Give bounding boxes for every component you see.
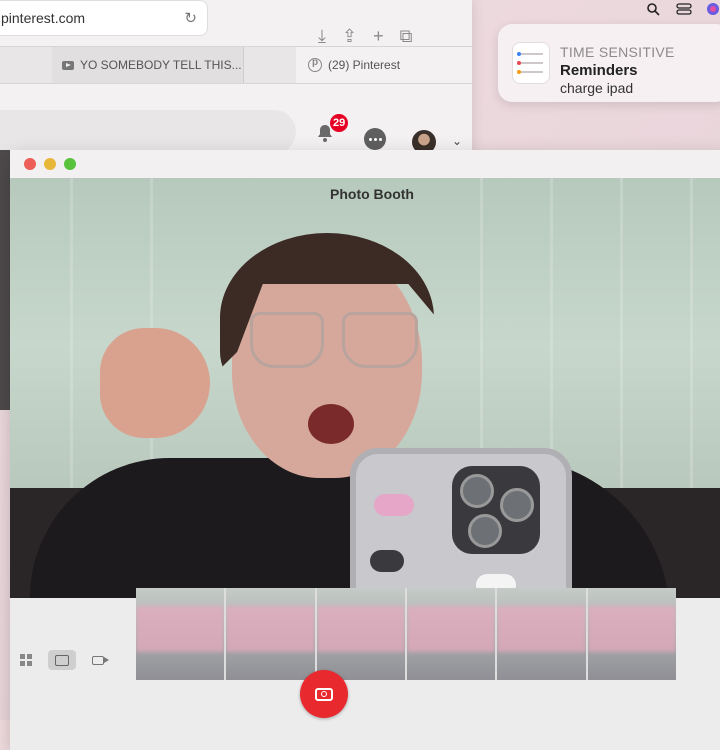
reminder-notification[interactable]: TIME SENSITIVE Reminders charge ipad	[498, 24, 720, 102]
reminders-app-icon	[512, 42, 550, 84]
single-photo-mode-button[interactable]	[48, 650, 76, 670]
tab-pinterest[interactable]: (29) Pinterest	[296, 47, 472, 83]
title-bar	[10, 150, 720, 181]
notification-badge: 29	[330, 114, 349, 132]
photo-booth-window: Photo Booth	[10, 150, 720, 750]
tab-label: (29) Pinterest	[328, 58, 401, 72]
chevron-down-icon[interactable]: ⌄	[452, 134, 462, 148]
zoom-button[interactable]	[64, 158, 76, 170]
camera-preview	[10, 178, 720, 598]
photo-thumbnail[interactable]	[497, 588, 586, 680]
window-title: Photo Booth	[330, 186, 414, 202]
menu-bar	[470, 0, 720, 18]
control-center-icon[interactable]	[676, 2, 692, 16]
new-tab-icon[interactable]: +	[373, 26, 384, 47]
messages-icon[interactable]	[364, 128, 386, 150]
grid-mode-button[interactable]	[12, 650, 40, 670]
photo-thumbnail[interactable]	[587, 588, 676, 680]
tab-label: YO SOMEBODY TELL THIS...	[80, 58, 242, 72]
pinterest-icon	[308, 57, 322, 72]
address-bar[interactable]: pinterest.com ↻	[0, 0, 208, 36]
siri-icon[interactable]	[706, 2, 720, 16]
close-button[interactable]	[24, 158, 36, 170]
youtube-icon	[62, 60, 74, 70]
share-icon[interactable]: ⇪	[342, 26, 357, 47]
download-icon[interactable]: ⤓	[318, 26, 326, 47]
notification-body: charge ipad	[560, 80, 634, 96]
tab-youtube[interactable]: YO SOMEBODY TELL THIS...	[52, 47, 244, 83]
photo-thumbnail[interactable]	[226, 588, 315, 680]
pinterest-search-bar[interactable]	[0, 110, 296, 154]
url-text: pinterest.com	[1, 10, 86, 26]
browser-toolbar: ⤓ ⇪ + ⧉	[318, 26, 412, 47]
tab-strip: YO SOMEBODY TELL THIS... (29) Pinterest	[0, 46, 472, 84]
video-icon	[92, 655, 109, 665]
photo-thumbnail[interactable]	[136, 588, 225, 680]
grid-icon	[20, 654, 32, 666]
photo-thumbnail[interactable]	[406, 588, 496, 680]
take-photo-button[interactable]	[300, 670, 348, 718]
notification-kind: TIME SENSITIVE	[560, 44, 675, 60]
tab-overview-icon[interactable]: ⧉	[400, 26, 413, 47]
photo-icon	[55, 654, 69, 666]
video-mode-button[interactable]	[84, 650, 112, 670]
search-icon[interactable]	[646, 2, 660, 16]
reload-icon[interactable]: ↻	[184, 9, 197, 27]
tab-1[interactable]	[0, 47, 53, 83]
photo-thumbnail[interactable]	[316, 588, 405, 680]
mode-selector	[12, 650, 112, 670]
filmstrip	[136, 588, 676, 680]
camera-icon	[315, 687, 333, 701]
notification-title: Reminders	[560, 62, 638, 79]
minimize-button[interactable]	[44, 158, 56, 170]
